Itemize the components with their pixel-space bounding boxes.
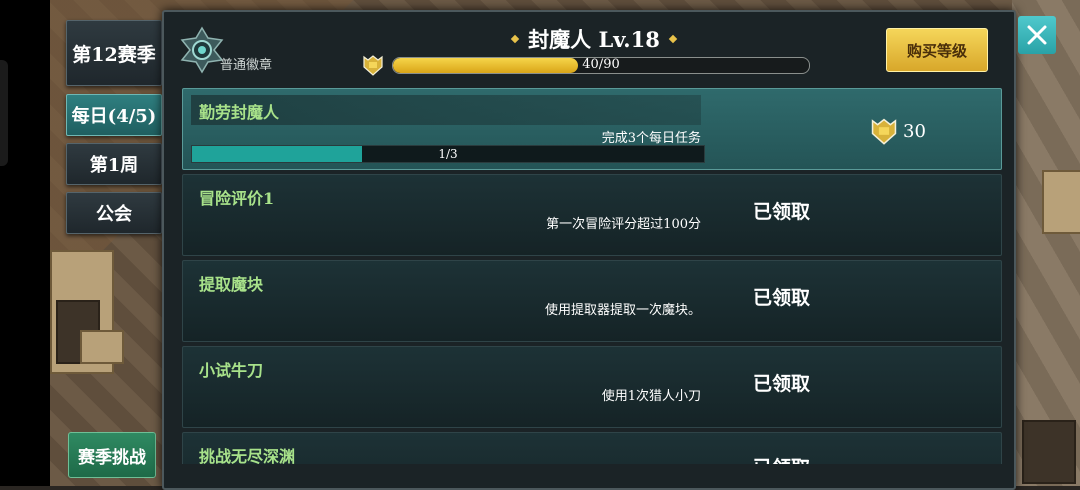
page-title: 封魔人 Lv.18 [528,27,660,52]
season-tab[interactable]: 第12赛季 [66,20,162,86]
task-reward-value: 30 [903,120,926,142]
task-row[interactable]: 挑战无尽深渊 已领取 [182,432,1002,464]
season-challenge-label: 赛季挑战 [78,447,146,468]
task-list[interactable]: 勤劳封魔人 完成3个每日任务 1/3 30 冒险评价1 第一次冒险评分超过100… [182,88,1002,464]
shield-icon [363,55,383,76]
task-name: 挑战无尽深渊 [199,447,296,464]
shield-icon [871,118,897,145]
task-row[interactable]: 提取魔块 使用提取器提取一次魔块。 已领取 [182,260,1002,342]
task-desc: 完成3个每日任务 [601,131,701,146]
tab-week-1-label: 第1周 [89,155,139,176]
season-challenge-button[interactable]: 赛季挑战 [68,432,156,478]
task-desc: 第一次冒险评分超过100分 [546,217,701,232]
task-row[interactable]: 勤劳封魔人 完成3个每日任务 1/3 30 [182,88,1002,170]
buy-level-button[interactable]: 购买等级 [886,28,988,72]
season-label: 第12赛季 [72,43,156,66]
buy-level-label: 购买等级 [906,41,967,60]
task-row[interactable]: 小试牛刀 使用1次猎人小刀 已领取 [182,346,1002,428]
task-row[interactable]: 冒险评价1 第一次冒险评分超过100分 已领取 [182,174,1002,256]
tab-guild-label: 公会 [96,204,132,225]
tab-daily[interactable]: 每日(4/5) [66,94,162,136]
world-pillar [1042,170,1080,234]
game-world-background-right [1012,0,1080,486]
task-status: 已领取 [753,453,810,464]
close-button[interactable] [1018,16,1056,54]
level-xp-text: 40/90 [582,57,620,72]
task-status: 已领取 [753,373,811,395]
tab-week-1[interactable]: 第1周 [66,143,162,185]
task-name: 小试牛刀 [199,361,264,380]
world-crate [80,330,124,364]
battle-pass-panel: 普通徽章 封魔人 Lv.18 40/90 购买等级 勤劳封魔人 完成3个每日任务… [162,10,1016,490]
close-icon [1027,25,1047,45]
task-progress-text: 1/3 [438,147,458,161]
world-wall [1022,420,1076,484]
badge-emblem-icon [180,26,224,74]
tab-daily-label: 每日(4/5) [71,106,157,127]
task-desc: 使用提取器提取一次魔块。 [544,303,701,318]
level-xp-bar: 40/90 [392,57,810,74]
badge-label: 普通徽章 [220,58,273,73]
task-status: 已领取 [753,201,811,223]
task-name: 提取魔块 [199,275,264,294]
task-name: 勤劳封魔人 [199,103,280,122]
task-status: 已领取 [753,287,811,309]
tab-guild[interactable]: 公会 [66,192,162,234]
task-progress-bar: 1/3 [191,145,705,163]
task-name: 冒险评价1 [199,189,275,208]
task-desc: 使用1次猎人小刀 [601,389,701,404]
task-reward: 30 [869,117,926,145]
phone-notch [0,60,8,166]
